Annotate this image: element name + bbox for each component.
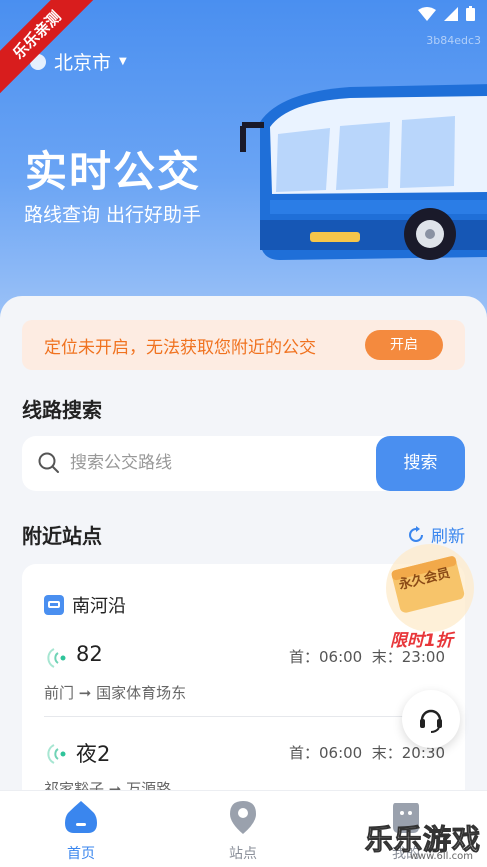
- route-search-title: 线路搜索: [22, 398, 102, 422]
- cellular-icon: [444, 6, 458, 21]
- search-button[interactable]: 搜索: [376, 436, 465, 491]
- hero-banner: 3b84edc3 84edc3 北京市 ▼ 实时公交 路线查询 出行好助手: [0, 0, 487, 320]
- home-icon: [65, 801, 97, 833]
- enable-location-button[interactable]: 开启: [365, 330, 443, 360]
- customer-service-button[interactable]: [402, 690, 460, 748]
- hero-title: 实时公交: [25, 147, 202, 196]
- location-banner-text: 定位未开启，无法获取您附近的公交: [44, 337, 316, 358]
- route-to: 国家体育场东: [96, 684, 187, 702]
- tab-stations[interactable]: 站点: [193, 799, 293, 863]
- vip-discount-label: 限时1折: [390, 631, 453, 651]
- headset-icon: [420, 709, 442, 733]
- arrow-right-icon: ➞: [78, 684, 92, 702]
- bus-illustration: [240, 84, 487, 260]
- realtime-signal-icon: [47, 648, 66, 668]
- realtime-signal-icon: [47, 744, 66, 764]
- route-from: 前门: [44, 684, 75, 702]
- tab-home[interactable]: 首页: [31, 799, 131, 863]
- tab-label: 首页: [67, 846, 95, 862]
- battery-icon: [466, 6, 475, 21]
- route-search-box: 搜索: [22, 436, 465, 491]
- route-row[interactable]: 82 首：06:00 末：23:00 前门 ➞ 国家体育场东: [44, 642, 445, 702]
- route-number: 夜2: [76, 742, 111, 766]
- status-bar: [418, 6, 475, 21]
- hero-subtitle: 路线查询 出行好助手: [24, 204, 202, 226]
- vip-promo[interactable]: 永久会员 限时1折: [384, 540, 476, 651]
- route-number: 82: [76, 642, 103, 666]
- route-direction: 前门 ➞ 国家体育场东: [44, 682, 186, 703]
- city-label: 北京市: [54, 52, 112, 74]
- location-banner: 定位未开启，无法获取您附近的公交 开启: [22, 320, 465, 370]
- stop-header: 南河沿: [44, 592, 126, 618]
- site-url: www.6ll.com: [409, 851, 473, 862]
- first-bus-time: 首：06:00: [288, 648, 363, 666]
- watermark: 3b84edc3: [426, 34, 481, 47]
- wifi-icon: [418, 6, 436, 21]
- route-row[interactable]: 夜2 首：06:00 末：20:30 祁家豁子 ➞ 万源路: [44, 738, 445, 798]
- divider: [44, 716, 445, 717]
- search-input[interactable]: [70, 449, 370, 477]
- caret-down-icon: ▼: [119, 56, 127, 67]
- search-icon: [38, 452, 59, 473]
- city-selector[interactable]: 北京市 ▼: [30, 48, 127, 75]
- tab-label: 站点: [229, 846, 257, 862]
- first-bus-time: 首：06:00: [288, 744, 363, 762]
- stop-name: 南河沿: [72, 596, 126, 617]
- bus-stop-icon: [44, 595, 64, 615]
- nearby-stops-title: 附近站点: [22, 524, 102, 548]
- location-pin-icon: [230, 801, 256, 834]
